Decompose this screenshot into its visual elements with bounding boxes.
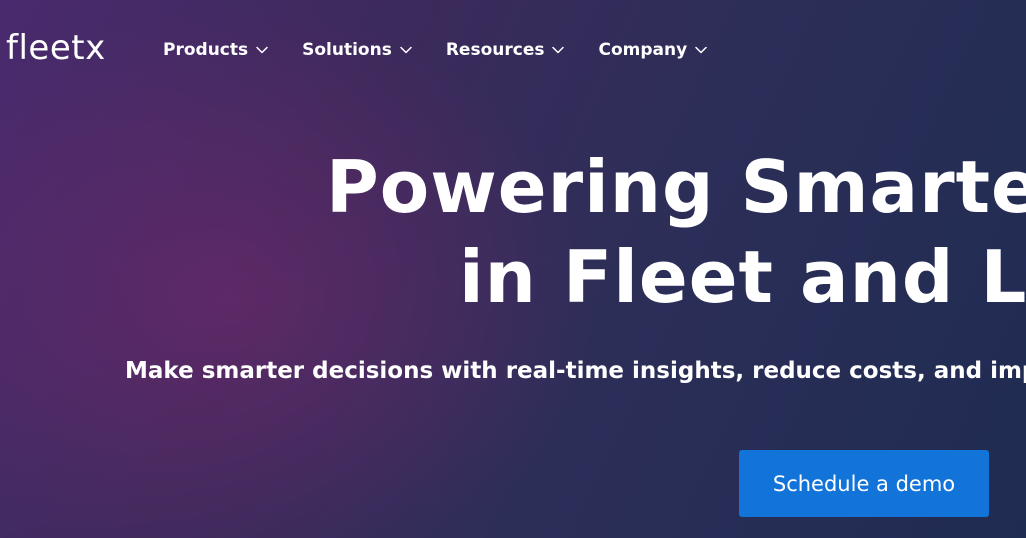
nav-item-company[interactable]: Company [598, 37, 707, 63]
fleetx-logo[interactable]: fleetx [6, 28, 106, 68]
schedule-demo-button[interactable]: Schedule a demo [739, 450, 989, 517]
hero-subtext: Make smarter decisions with real-time in… [125, 358, 1026, 384]
hero-headline-line-1: Powering Smarter [326, 145, 1026, 229]
main-nav: Products Solutions Resources Company [163, 37, 741, 63]
nav-item-label: Solutions [302, 40, 392, 60]
chevron-down-icon [552, 46, 565, 54]
hero-headline: Powering Smarter in Fleet and Lo [0, 142, 1026, 322]
nav-item-label: Resources [445, 40, 545, 60]
nav-item-resources[interactable]: Resources [446, 37, 565, 63]
chevron-down-icon [695, 46, 707, 54]
nav-item-products[interactable]: Products [163, 37, 268, 63]
nav-item-label: Products [163, 40, 249, 60]
nav-item-solutions[interactable]: Solutions [302, 37, 412, 63]
chevron-down-icon [400, 46, 412, 54]
chevron-down-icon [256, 46, 268, 54]
nav-item-label: Company [598, 40, 688, 60]
hero-headline-line-2: in Fleet and Lo [459, 235, 1026, 319]
